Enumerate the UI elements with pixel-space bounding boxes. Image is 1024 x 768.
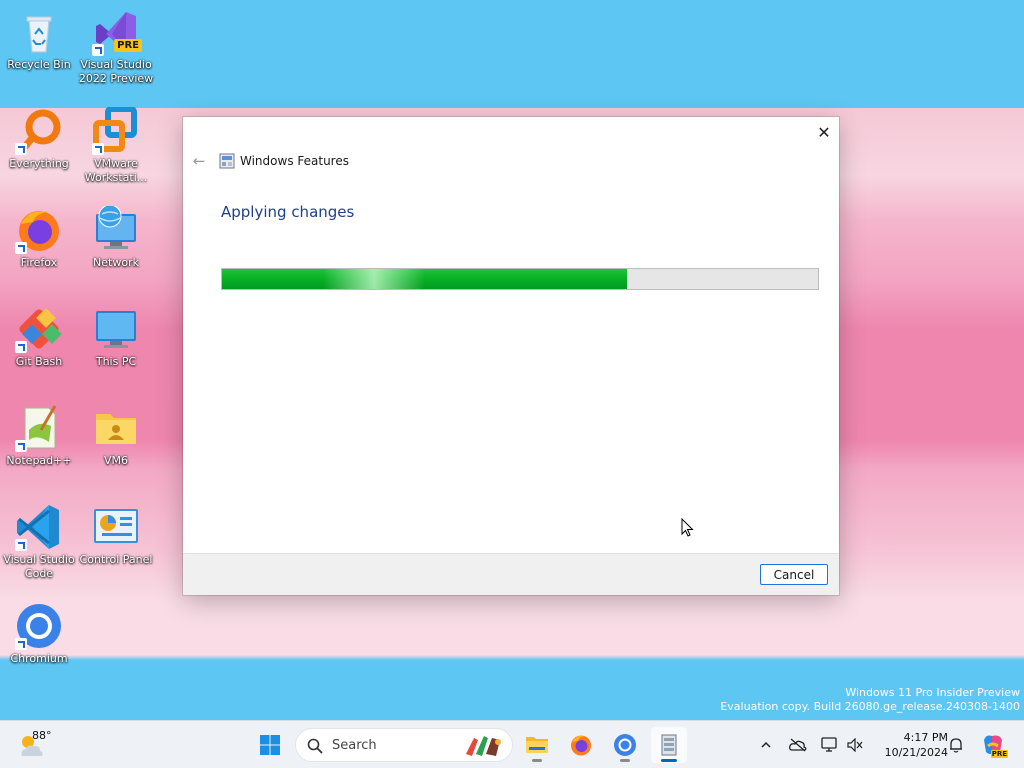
active-indicator bbox=[661, 759, 677, 762]
desktop-icon-control-panel[interactable]: Control Panel bbox=[77, 503, 155, 567]
progress-bar bbox=[221, 268, 819, 290]
back-button[interactable]: ← bbox=[189, 151, 209, 171]
clock-date: 10/21/2024 bbox=[884, 746, 948, 759]
volume-tray-button[interactable] bbox=[845, 735, 865, 755]
firefox-button[interactable] bbox=[563, 727, 599, 763]
desktop-icon-network[interactable]: Network bbox=[77, 204, 155, 270]
watermark-line-2: Evaluation copy. Build 26080.ge_release.… bbox=[720, 700, 1020, 713]
shortcut-arrow-icon bbox=[92, 44, 104, 56]
firefox-icon bbox=[571, 735, 591, 756]
desktop-icon-notepad-plus-plus[interactable]: Notepad++ bbox=[0, 404, 78, 468]
close-button[interactable]: ✕ bbox=[809, 117, 839, 147]
shortcut-arrow-icon bbox=[15, 341, 27, 353]
weather-temperature: 88° bbox=[32, 729, 52, 742]
show-hidden-icons-button[interactable] bbox=[756, 735, 776, 755]
desktop-icon-vmware[interactable]: VMware Workstati... bbox=[77, 106, 155, 185]
desktop-icon-visual-studio[interactable]: PRE Visual Studio 2022 Preview bbox=[77, 8, 155, 86]
desktop-icon-label: Visual Studio Code bbox=[3, 553, 75, 580]
desktop-icon-vscode[interactable]: Visual Studio Code bbox=[0, 503, 78, 581]
desktop-icon-label: Chromium bbox=[10, 652, 68, 665]
this-pc-icon bbox=[92, 305, 140, 353]
shortcut-arrow-icon bbox=[15, 242, 27, 254]
windows-features-icon bbox=[661, 734, 677, 756]
folder-icon bbox=[526, 737, 548, 753]
copilot-preview-badge: PRE bbox=[990, 750, 1008, 758]
shortcut-arrow-icon bbox=[92, 143, 104, 155]
notifications-button[interactable] bbox=[946, 735, 966, 755]
windows-features-button[interactable] bbox=[651, 727, 687, 763]
desktop-icon-label: Notepad++ bbox=[6, 454, 72, 467]
notepad-plus-plus-icon bbox=[15, 404, 63, 452]
back-arrow-icon: ← bbox=[192, 152, 206, 170]
copilot-button[interactable]: PRE bbox=[980, 732, 1008, 758]
file-explorer-button[interactable] bbox=[519, 727, 555, 763]
desktop-icon-vm6[interactable]: VM6 bbox=[77, 404, 155, 468]
folder-icon bbox=[92, 404, 140, 452]
chevron-up-icon bbox=[761, 741, 771, 748]
clock-time: 4:17 PM bbox=[903, 731, 948, 744]
taskbar: 88° Search 4:17 PM 10/21/2024 PRE bbox=[0, 720, 1024, 768]
desktop-icon-label: Network bbox=[93, 256, 139, 269]
git-bash-icon bbox=[15, 305, 63, 353]
clock[interactable]: 4:17 PM 10/21/2024 bbox=[872, 730, 948, 760]
desktop-icon-label: VM6 bbox=[103, 454, 128, 467]
close-icon: ✕ bbox=[817, 122, 831, 142]
progress-bar-fill bbox=[222, 269, 628, 289]
desktop-icon-everything[interactable]: Everything bbox=[0, 107, 78, 171]
desktop-icon-label: Control Panel bbox=[79, 553, 153, 566]
everything-search-icon bbox=[15, 107, 63, 155]
desktop-icon-label: Firefox bbox=[20, 256, 58, 269]
recycle-bin-icon bbox=[15, 8, 63, 56]
chromium-icon bbox=[15, 602, 63, 650]
watermark-line-1: Windows 11 Pro Insider Preview bbox=[845, 686, 1020, 699]
search-highlight-icon bbox=[466, 736, 501, 756]
desktop-icon-label: VMware Workstati... bbox=[84, 157, 148, 184]
shortcut-arrow-icon bbox=[15, 638, 27, 650]
chromium-button[interactable] bbox=[607, 727, 643, 763]
desktop-icon-chromium[interactable]: Chromium bbox=[0, 602, 78, 666]
desktop-icon-git-bash[interactable]: Git Bash bbox=[0, 305, 78, 369]
search-icon bbox=[307, 738, 323, 754]
desktop-icon-label: Recycle Bin bbox=[7, 58, 71, 71]
search-placeholder: Search bbox=[332, 738, 377, 753]
search-box[interactable]: Search bbox=[295, 728, 513, 762]
running-indicator bbox=[532, 759, 542, 762]
sound-muted-icon bbox=[847, 738, 863, 752]
vmware-icon bbox=[92, 106, 140, 155]
windows-features-icon bbox=[219, 153, 235, 169]
shortcut-arrow-icon bbox=[15, 539, 27, 551]
shortcut-arrow-icon bbox=[15, 440, 27, 452]
applying-changes-heading: Applying changes bbox=[221, 203, 355, 221]
control-panel-icon bbox=[92, 503, 140, 551]
desktop-icon-firefox[interactable]: Firefox bbox=[0, 206, 78, 270]
cancel-button[interactable]: Cancel bbox=[760, 564, 828, 585]
weather-widget[interactable]: 88° bbox=[14, 728, 74, 762]
onedrive-tray-button[interactable] bbox=[788, 735, 808, 755]
desktop-icon-recycle-bin[interactable]: Recycle Bin bbox=[0, 8, 78, 72]
desktop-icon-label: Visual Studio 2022 Preview bbox=[78, 58, 154, 85]
vscode-icon bbox=[15, 503, 63, 551]
bell-icon bbox=[950, 738, 962, 753]
windows-features-dialog: ✕ ← Windows Features Applying changes Ca… bbox=[183, 117, 839, 595]
mouse-cursor-icon bbox=[681, 517, 695, 538]
cloud-offline-icon bbox=[789, 738, 807, 752]
windows-start-icon bbox=[260, 735, 280, 755]
window-title: Windows Features bbox=[240, 154, 349, 168]
start-button[interactable] bbox=[252, 727, 288, 763]
desktop-icon-label: Git Bash bbox=[15, 355, 63, 368]
desktop-icon-this-pc[interactable]: This PC bbox=[77, 305, 155, 369]
visual-studio-icon: PRE bbox=[92, 8, 142, 56]
evaluation-watermark: Windows 11 Pro Insider Preview Evaluatio… bbox=[720, 686, 1020, 714]
chromium-icon bbox=[614, 734, 636, 756]
network-icon bbox=[92, 204, 140, 254]
shortcut-arrow-icon bbox=[15, 143, 27, 155]
firefox-icon bbox=[15, 206, 63, 254]
network-icon bbox=[821, 737, 837, 752]
desktop-icon-label: This PC bbox=[95, 355, 137, 368]
preview-badge: PRE bbox=[114, 39, 142, 52]
dialog-footer: Cancel bbox=[183, 553, 839, 595]
running-indicator bbox=[620, 759, 630, 762]
network-tray-button[interactable] bbox=[820, 735, 840, 755]
desktop-icon-label: Everything bbox=[9, 157, 69, 170]
